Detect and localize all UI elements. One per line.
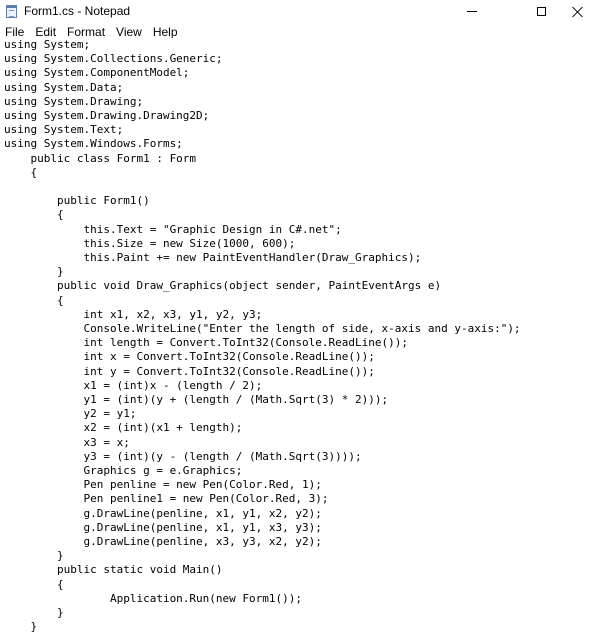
code-line: x2 = (int)(x1 + length); xyxy=(4,421,243,435)
code-line: { xyxy=(4,208,64,222)
code-line: using System.Drawing; xyxy=(4,94,144,108)
code-line: y3 = (int)(y - (length / (Math.Sqrt(3)))… xyxy=(4,449,362,463)
minimize-icon xyxy=(467,11,477,12)
title-bar[interactable]: Form1.cs - Notepad xyxy=(0,0,589,23)
code-line: Pen penline1 = new Pen(Color.Red, 3); xyxy=(4,492,329,506)
code-line: using System.Collections.Generic; xyxy=(4,52,223,66)
code-line: this.Paint += new PaintEventHandler(Draw… xyxy=(4,251,422,264)
code-line: using System; xyxy=(4,38,91,51)
code-line: using System.Text; xyxy=(4,123,124,137)
code-line: y1 = (int)(y + (length / (Math.Sqrt(3) *… xyxy=(4,393,389,406)
code-line: int y = Convert.ToInt32(Console.ReadLine… xyxy=(4,364,375,378)
code-line: using System.Data; xyxy=(4,80,124,94)
code-line: int length = Convert.ToInt32(Console.Rea… xyxy=(4,336,408,350)
code-line: using System.Drawing.Drawing2D; xyxy=(4,109,210,122)
code-line: this.Size = new Size(1000, 600); xyxy=(4,236,296,250)
notepad-window: Form1.cs - Notepad File Edit Format View… xyxy=(0,0,589,640)
code-line: public static void Main() xyxy=(4,563,223,577)
code-line: Pen penline = new Pen(Color.Red, 1); xyxy=(4,478,322,492)
code-line: g.DrawLine(penline, x3, y3, x2, y2); xyxy=(4,535,322,548)
code-line: int x1, x2, x3, y1, y2, y3; xyxy=(4,307,263,321)
code-line: g.DrawLine(penline, x1, y1, x3, y3); xyxy=(4,520,322,534)
code-line: } xyxy=(4,606,64,619)
code-line: g.DrawLine(penline, x1, y1, x2, y2); xyxy=(4,506,322,520)
code-line: public Form1() xyxy=(4,194,150,208)
code-line: Application.Run(new Form1()); xyxy=(4,591,303,605)
code-line: } xyxy=(4,620,38,634)
close-button[interactable] xyxy=(554,0,589,23)
code-line: Graphics g = e.Graphics; xyxy=(4,464,243,477)
code-line: using System.ComponentModel; xyxy=(4,66,190,80)
code-line: { xyxy=(4,577,64,591)
close-icon xyxy=(572,6,583,17)
code-line: int x = Convert.ToInt32(Console.ReadLine… xyxy=(4,350,375,364)
text-editor-area[interactable]: using System; using System.Collections.Ge… xyxy=(0,38,589,640)
notepad-icon xyxy=(6,5,17,18)
code-line: this.Text = "Graphic Design in C#.net"; xyxy=(4,222,342,236)
window-title: Form1.cs - Notepad xyxy=(24,4,131,18)
code-line: x1 = (int)x - (length / 2); xyxy=(4,378,263,392)
code-line: Console.WriteLine("Enter the length of s… xyxy=(4,322,521,335)
code-line: } xyxy=(4,265,64,279)
code-line: { xyxy=(4,293,64,307)
code-line: { xyxy=(4,165,38,179)
code-line: using System.Windows.Forms; xyxy=(4,137,183,151)
minimize-button[interactable] xyxy=(449,0,495,23)
code-line: } xyxy=(4,549,64,563)
code-line: public class Form1 : Form xyxy=(4,151,197,165)
code-line: x3 = x; xyxy=(4,435,130,449)
maximize-icon xyxy=(536,7,546,16)
code-line: public void Draw_Graphics(object sender,… xyxy=(4,279,442,293)
code-line: y2 = y1; xyxy=(4,407,137,421)
